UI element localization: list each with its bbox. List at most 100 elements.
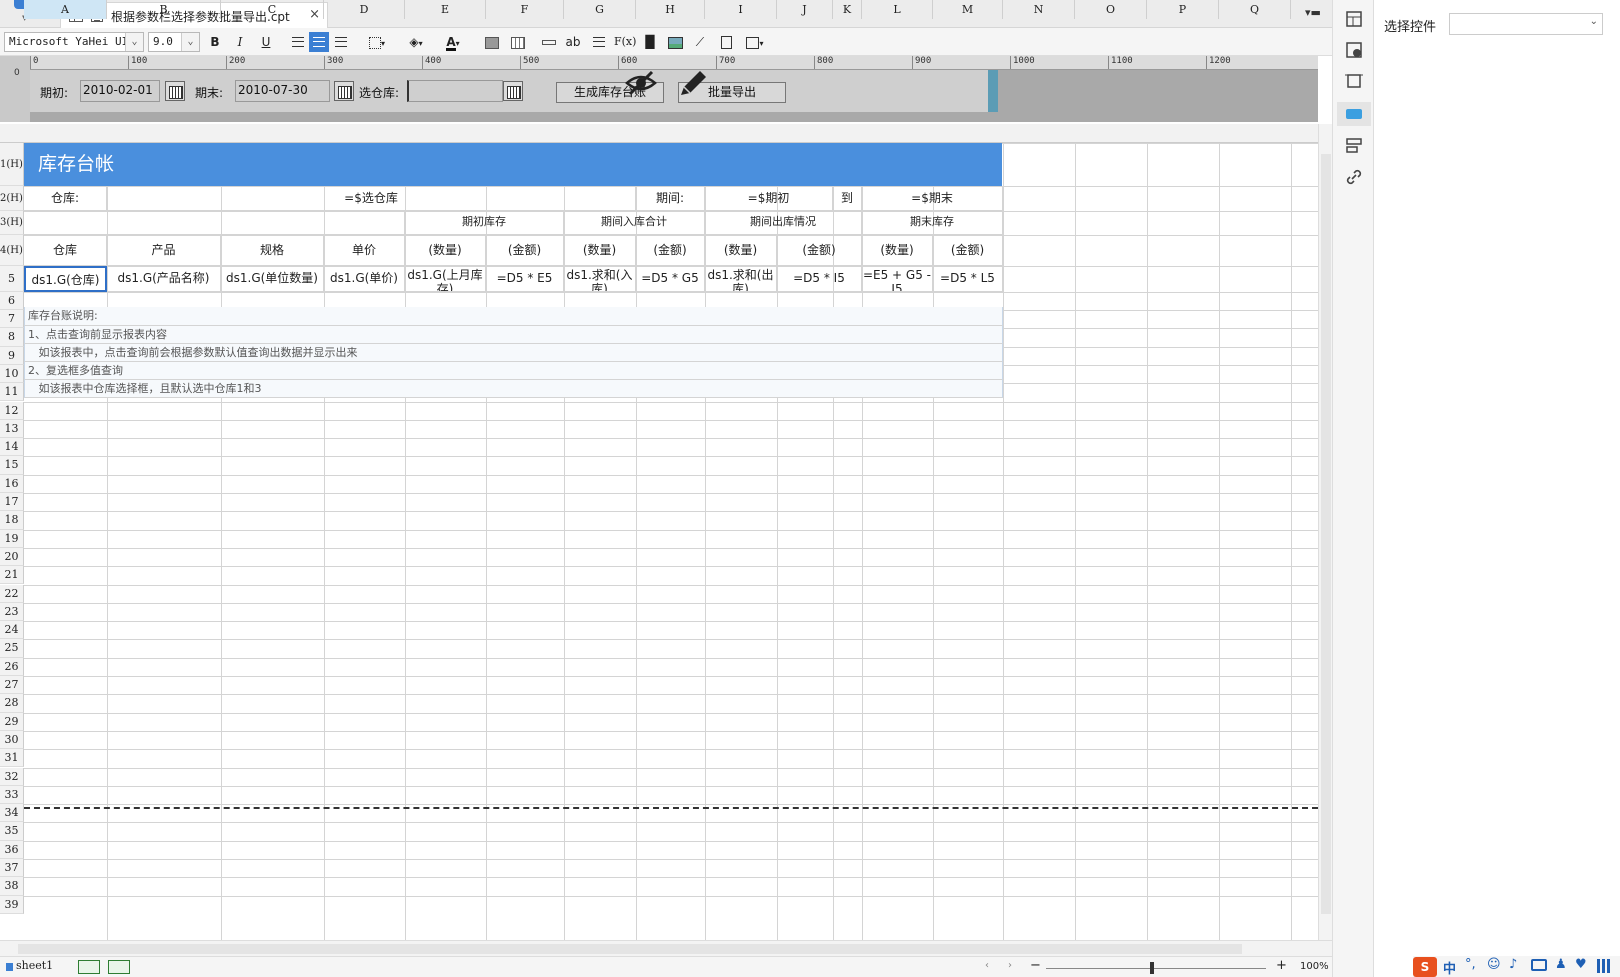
row-header[interactable]: 32 xyxy=(0,767,24,786)
image-button[interactable] xyxy=(665,32,685,52)
italic-button[interactable]: I xyxy=(230,32,250,52)
text-cell-button[interactable]: ab xyxy=(563,32,583,52)
cell-d5[interactable]: ds1.G(单价) xyxy=(324,266,405,292)
zoom-in-button[interactable]: + xyxy=(1276,958,1287,973)
horizontal-scrollbar[interactable] xyxy=(0,940,1332,956)
column-header[interactable]: K xyxy=(833,0,862,19)
row-header[interactable]: 5 xyxy=(0,266,24,292)
zoom-slider[interactable] xyxy=(1046,968,1266,969)
font-color-button[interactable]: A▾ xyxy=(438,32,468,52)
tab-menu-icon[interactable]: ▾▬ xyxy=(1305,6,1321,20)
column-header[interactable]: H xyxy=(636,0,705,19)
row-header[interactable]: 26 xyxy=(0,657,24,676)
row-header[interactable]: 10 xyxy=(0,364,24,384)
cell-c5[interactable]: ds1.G(单位数量) xyxy=(221,266,324,292)
cell-h2[interactable]: 期间: xyxy=(636,186,705,211)
insert-float-button[interactable]: ▾ xyxy=(741,32,769,52)
row-header[interactable]: 14 xyxy=(0,438,24,457)
page-next-icon[interactable]: › xyxy=(1008,960,1012,971)
cell-i4[interactable]: (数量) xyxy=(705,235,777,266)
hyperlink-icon[interactable] xyxy=(1345,168,1363,186)
cell-i3[interactable]: 期间出库情况 xyxy=(705,211,862,235)
subreport-button[interactable] xyxy=(716,32,736,52)
cell-d4[interactable]: 单价 xyxy=(324,235,405,266)
widget-settings-tab[interactable] xyxy=(1337,102,1371,126)
cell-a5-selected[interactable]: ds1.G(仓库) xyxy=(24,266,107,292)
cell-l2[interactable]: =$期末 xyxy=(862,186,1003,211)
row-header[interactable]: 35 xyxy=(0,822,24,841)
cell-c4[interactable]: 规格 xyxy=(221,235,324,266)
row-header[interactable]: 12 xyxy=(0,401,24,420)
formula-button[interactable]: F(x) xyxy=(614,32,636,52)
cell-m4[interactable]: (金额) xyxy=(933,235,1003,266)
row-header[interactable]: 17 xyxy=(0,493,24,512)
scroll-thumb[interactable] xyxy=(18,944,1242,954)
row-header[interactable]: 4(H) xyxy=(0,235,24,266)
row-header[interactable]: 2(H) xyxy=(0,186,24,211)
row-header[interactable]: 39 xyxy=(0,895,24,914)
cell-attribute-icon[interactable] xyxy=(1345,10,1363,28)
emoji-icon[interactable]: ☺ xyxy=(1487,957,1501,972)
row-header[interactable]: 33 xyxy=(0,785,24,805)
row-header[interactable]: 3(H) xyxy=(0,211,24,235)
row-header[interactable]: 20 xyxy=(0,547,24,567)
split-cells-button[interactable] xyxy=(508,32,528,52)
punctuation-icon[interactable]: °, xyxy=(1465,957,1476,972)
column-header[interactable]: G xyxy=(564,0,636,19)
column-header[interactable]: N xyxy=(1003,0,1075,19)
border-button[interactable]: ▾ xyxy=(362,32,392,52)
note-line[interactable]: 2、复选框多值查询 xyxy=(24,362,1003,380)
row-header[interactable]: 8 xyxy=(0,328,24,347)
cell-f5[interactable]: =D5 * E5 xyxy=(486,266,564,292)
keyboard-icon[interactable] xyxy=(1531,959,1547,971)
user-icon[interactable]: ♟ xyxy=(1555,957,1567,972)
row-header[interactable]: 37 xyxy=(0,859,24,878)
row-header[interactable]: 34 xyxy=(0,804,24,823)
sheet-tab[interactable]: sheet1 xyxy=(6,959,53,976)
parameter-panel-resize-handle[interactable] xyxy=(988,70,998,112)
row-header[interactable]: 19 xyxy=(0,529,24,548)
toolbox-icon[interactable] xyxy=(1597,959,1611,973)
row-header[interactable]: 24 xyxy=(0,621,24,640)
cell-k2[interactable]: 到 xyxy=(833,186,862,211)
column-header[interactable]: B xyxy=(107,0,221,19)
row-header[interactable]: 6 xyxy=(0,292,24,310)
cell-l5[interactable]: =E5 + G5 - I5 xyxy=(862,266,933,292)
skin-icon[interactable]: ♥ xyxy=(1575,957,1587,972)
column-header[interactable]: Q xyxy=(1219,0,1291,19)
cell-h5[interactable]: =D5 * G5 xyxy=(636,266,705,292)
condition-icon[interactable] xyxy=(1345,136,1363,154)
zoom-slider-knob[interactable] xyxy=(1150,962,1154,974)
add-dashboard-icon[interactable] xyxy=(108,960,130,974)
row-header[interactable]: 29 xyxy=(0,712,24,731)
merge-cells-button[interactable] xyxy=(482,32,502,52)
row-header[interactable]: 22 xyxy=(0,584,24,603)
insert-row-button[interactable] xyxy=(539,32,559,52)
font-family-select[interactable]: Microsoft YaHei UI ⌄ xyxy=(4,32,144,52)
row-header[interactable]: 36 xyxy=(0,840,24,859)
cell-b5[interactable]: ds1.G(产品名称) xyxy=(107,266,221,292)
cell-m5[interactable]: =D5 * L5 xyxy=(933,266,1003,292)
underline-button[interactable]: U xyxy=(256,32,276,52)
column-header[interactable]: D xyxy=(324,0,405,19)
cell-a2[interactable]: 仓库: xyxy=(24,186,107,211)
row-header[interactable]: 15 xyxy=(0,456,24,475)
note-line[interactable]: 1、点击查询前显示报表内容 xyxy=(24,326,1003,344)
end-date-input[interactable]: 2010-07-30 xyxy=(235,80,330,102)
row-header[interactable]: 13 xyxy=(0,419,24,439)
ime-language-toggle[interactable]: 中 xyxy=(1443,958,1456,977)
warehouse-checkbox-group[interactable] xyxy=(407,80,503,102)
cell-a3[interactable] xyxy=(24,211,405,235)
column-header[interactable]: M xyxy=(933,0,1003,19)
cell-h4[interactable]: (金额) xyxy=(636,235,705,266)
pencil-icon[interactable] xyxy=(676,68,710,98)
cell-b4[interactable]: 产品 xyxy=(107,235,221,266)
eye-hidden-icon[interactable] xyxy=(624,68,658,98)
row-header[interactable]: 16 xyxy=(0,474,24,493)
zoom-out-button[interactable]: − xyxy=(1030,958,1041,973)
row-header[interactable]: 30 xyxy=(0,730,24,750)
bold-button[interactable]: B xyxy=(205,32,225,52)
column-header[interactable]: I xyxy=(705,0,777,19)
cell-f4[interactable]: (金额) xyxy=(486,235,564,266)
row-header[interactable]: 1(H) xyxy=(0,143,24,186)
